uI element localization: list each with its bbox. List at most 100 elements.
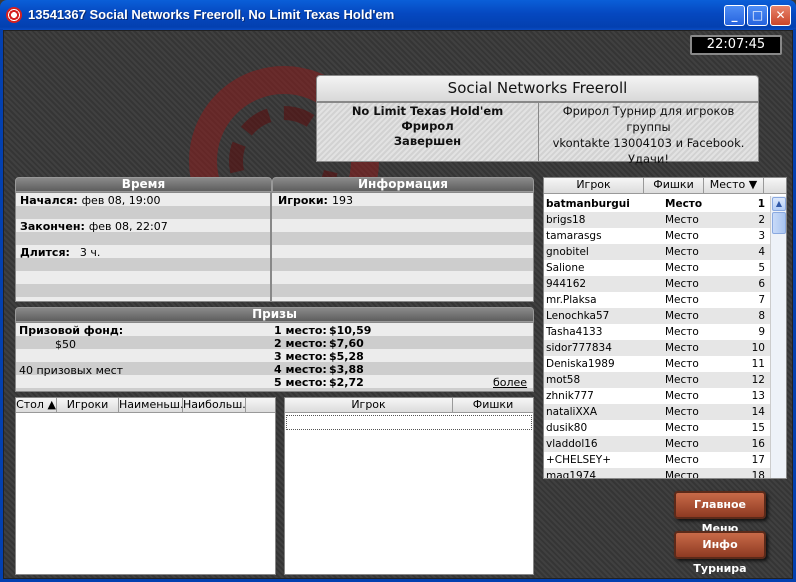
player-chips: Место <box>665 326 699 338</box>
player-place: 10 <box>751 342 765 354</box>
scroll-thumb[interactable] <box>772 212 786 234</box>
main-menu-button[interactable]: Главное Меню <box>674 491 766 535</box>
player-name: +CHELSEY+ <box>546 454 612 466</box>
player-row[interactable]: gnobitel Место 4 <box>544 244 770 260</box>
player-row[interactable]: mr.Plaksa Место 7 <box>544 292 770 308</box>
player-row[interactable]: Lenochka57 Место 8 <box>544 308 770 324</box>
player-row[interactable]: 944162 Место 6 <box>544 276 770 292</box>
player-row[interactable]: vladdol16 Место 16 <box>544 436 770 452</box>
player-row[interactable]: sidor777834 Место 10 <box>544 340 770 356</box>
column-header-chips[interactable]: Фишки <box>453 398 533 413</box>
player-chips: Место <box>665 310 699 322</box>
prize-places-count: 40 призовых мест <box>19 364 124 377</box>
player-place: 3 <box>758 230 765 242</box>
player-place: 17 <box>751 454 765 466</box>
started-row: Начался: фев 08, 19:00 <box>20 194 161 207</box>
player-row[interactable]: Tasha4133 Место 9 <box>544 324 770 340</box>
clock: 22:07:45 <box>690 35 782 55</box>
more-prizes-link[interactable]: более <box>493 376 527 389</box>
sort-down-icon: ▼ <box>748 178 758 191</box>
time-info-panel: Начался: фев 08, 19:00 Закончен: фев 08, 2… <box>15 192 534 302</box>
info-header: Информация <box>272 177 534 192</box>
player-chips: Место <box>665 278 699 290</box>
player-chips: Место <box>665 198 703 210</box>
sort-up-icon: ▲ <box>47 398 56 411</box>
players-scrollbar[interactable]: ▲ <box>770 196 786 478</box>
column-header-max[interactable]: Наибольш. <box>183 398 246 413</box>
player-row[interactable]: Salione Место 5 <box>544 260 770 276</box>
duration-label: Длится: <box>20 246 70 259</box>
ended-row: Закончен: фев 08, 22:07 <box>20 220 168 233</box>
window-title: 13541367 Social Networks Freeroll, No Li… <box>28 7 395 22</box>
player-row[interactable]: brigs18 Место 2 <box>544 212 770 228</box>
column-header-player[interactable]: Игрок <box>544 178 644 194</box>
player-place: 11 <box>751 358 765 370</box>
column-header-table[interactable]: Стол ▲ <box>16 398 57 413</box>
player-place: 2 <box>758 214 765 226</box>
prize-place-label: 1 место: <box>274 324 327 337</box>
player-name: vladdol16 <box>546 438 598 450</box>
player-name: Lenochka57 <box>546 310 610 322</box>
prize-place-value: $10,59 <box>329 324 372 337</box>
player-name: 944162 <box>546 278 587 290</box>
maximize-button[interactable]: □ <box>747 5 768 26</box>
close-button[interactable]: ✕ <box>770 5 791 26</box>
player-place: 9 <box>758 326 765 338</box>
column-header-players[interactable]: Игроки <box>57 398 119 413</box>
player-place: 6 <box>758 278 765 290</box>
time-header: Время <box>15 177 272 192</box>
player-row[interactable]: +CHELSEY+ Место 17 <box>544 452 770 468</box>
player-place: 15 <box>751 422 765 434</box>
scroll-up-icon[interactable]: ▲ <box>772 197 786 211</box>
player-row[interactable]: tamarasgs Место 3 <box>544 228 770 244</box>
column-header-blank <box>764 178 786 194</box>
column-header-min[interactable]: Наименьш. <box>119 398 183 413</box>
prize-place-value: $7,60 <box>329 337 364 350</box>
description-line: vkontakte 13004103 и Facebook. <box>552 136 745 150</box>
player-row[interactable]: nataliXXA Место 14 <box>544 404 770 420</box>
tournament-details: No Limit Texas Hold'em Фрирол Завершен <box>317 103 539 161</box>
players-list[interactable]: Игрок Фишки Место ▼ batmanburgui Место 1 br… <box>543 177 787 479</box>
players-label: Игроки: <box>278 194 328 207</box>
prize-place-label: 2 место: <box>274 337 327 350</box>
tables-list[interactable]: Стол ▲ Игроки Наименьш. Наибольш. <box>15 397 276 575</box>
player-name: gnobitel <box>546 246 589 258</box>
player-place: 7 <box>758 294 765 306</box>
player-place: 14 <box>751 406 765 418</box>
column-header-chips[interactable]: Фишки <box>644 178 704 194</box>
players-value: 193 <box>331 194 353 207</box>
player-row[interactable]: Deniska1989 Место 11 <box>544 356 770 372</box>
player-row[interactable]: mot58 Место 12 <box>544 372 770 388</box>
player-name: Deniska1989 <box>546 358 615 370</box>
player-name: batmanburgui <box>546 198 630 210</box>
prize-place-value: $5,28 <box>329 350 364 363</box>
player-row[interactable]: dusik80 Место 15 <box>544 420 770 436</box>
player-row[interactable]: batmanburgui Место 1 <box>544 196 770 212</box>
column-header-player[interactable]: Игрок <box>285 398 453 413</box>
player-place: 18 <box>751 470 765 479</box>
player-name: zhnik777 <box>546 390 594 402</box>
player-name: mag1974 <box>546 470 597 479</box>
player-row[interactable]: mag1974 Место 18 <box>544 468 770 479</box>
started-value: фев 08, 19:00 <box>81 194 161 207</box>
player-place: 1 <box>757 198 765 210</box>
minimize-button[interactable]: _ <box>724 5 745 26</box>
player-name: Tasha4133 <box>546 326 603 338</box>
title-bar: 13541367 Social Networks Freeroll, No Li… <box>0 0 796 30</box>
player-name: mot58 <box>546 374 581 386</box>
tournament-info-button[interactable]: Инфо Турнира <box>674 531 766 575</box>
tournament-description: Фрирол Турнир для игроков группы vkontak… <box>539 103 758 166</box>
ended-value: фев 08, 22:07 <box>88 220 168 233</box>
table-players-list[interactable]: Игрок Фишки <box>284 397 534 575</box>
player-place: 5 <box>758 262 765 274</box>
column-header-place[interactable]: Место ▼ <box>704 178 764 194</box>
player-name: brigs18 <box>546 214 586 226</box>
selected-row[interactable] <box>286 415 532 430</box>
tournament-summary: No Limit Texas Hold'em Фрирол Завершен Ф… <box>316 102 759 166</box>
column-label: Стол <box>16 398 44 411</box>
player-place: 12 <box>751 374 765 386</box>
player-row[interactable]: zhnik777 Место 13 <box>544 388 770 404</box>
player-name: mr.Plaksa <box>546 294 597 306</box>
player-chips: Место <box>665 230 699 242</box>
duration-value: 3 ч. <box>79 246 101 259</box>
